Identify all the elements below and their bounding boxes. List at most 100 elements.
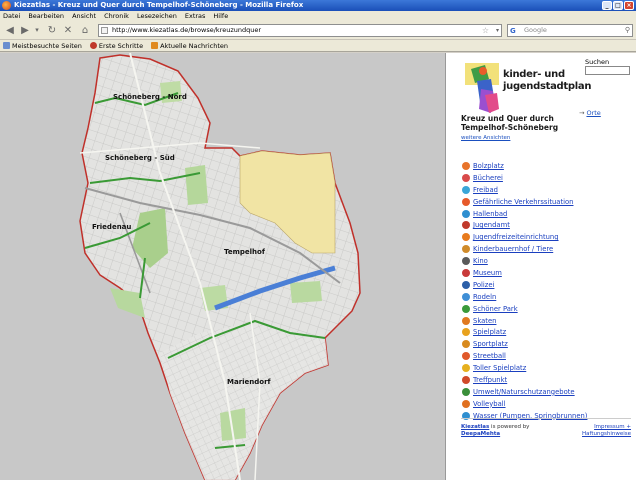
category-label[interactable]: Umwelt/Naturschutzangebote (473, 388, 575, 396)
category-label[interactable]: Bolzplatz (473, 162, 504, 170)
category-item[interactable]: Spielplatz (462, 326, 587, 338)
impressum-link[interactable]: Impressum + (594, 424, 631, 430)
district-label-tempelhof[interactable]: Tempelhof (224, 248, 265, 256)
category-item[interactable]: Skaten (462, 315, 587, 327)
category-label[interactable]: Hallenbad (473, 210, 507, 218)
district-label-schoeneberg-sued[interactable]: Schöneberg - Süd (105, 154, 175, 162)
category-item[interactable]: Umwelt/Naturschutzangebote (462, 386, 587, 398)
category-item[interactable]: Jugendamt (462, 219, 587, 231)
category-label[interactable]: Toller Spielplatz (473, 364, 526, 372)
back-button[interactable]: ◀ (3, 24, 17, 37)
category-item[interactable]: Kinderbauernhof / Tiere (462, 243, 587, 255)
bookmark-folder-icon (3, 42, 10, 49)
category-icon (462, 280, 470, 289)
category-label[interactable]: Jugendamt (473, 221, 510, 229)
orte-link-label: Orte (586, 109, 601, 117)
district-label-mariendorf[interactable]: Mariendorf (227, 378, 271, 386)
window-title: Kiezatlas - Kreuz und Quer durch Tempelh… (14, 1, 304, 9)
category-item[interactable]: Freibad (462, 184, 587, 196)
category-icon (462, 268, 470, 277)
category-label[interactable]: Freibad (473, 186, 498, 194)
category-icon (462, 245, 470, 254)
menu-lesezeichen[interactable]: Lesezeichen (137, 11, 177, 21)
category-item[interactable]: Sportplatz (462, 338, 587, 350)
category-label[interactable]: Sportplatz (473, 340, 508, 348)
category-label[interactable]: Treffpunkt (473, 376, 507, 384)
footer-powered-by: Kiezatlas is powered by DeepaMehta (461, 424, 530, 437)
category-icon (462, 328, 470, 337)
district-map[interactable]: Schöneberg - Nord Schöneberg - Süd Fried… (0, 53, 446, 480)
category-label[interactable]: Skaten (473, 317, 496, 325)
menu-chronik[interactable]: Chronik (104, 11, 129, 21)
category-icon (462, 352, 470, 361)
menu-extras[interactable]: Extras (185, 11, 206, 21)
url-dropdown-icon[interactable]: ▾ (496, 25, 499, 36)
bookmark-erste-schritte[interactable]: Erste Schritte (89, 40, 143, 51)
category-icon (462, 375, 470, 384)
firefox-icon (2, 1, 11, 10)
url-text: http://www.kiezatlas.de/browse/kreuzundq… (112, 26, 262, 34)
category-item[interactable]: Museum (462, 267, 587, 279)
category-label[interactable]: Kino (473, 257, 488, 265)
haftungshinweise-link[interactable]: Haftungshinweise (582, 431, 631, 437)
category-icon (462, 185, 470, 194)
district-label-friedenau[interactable]: Friedenau (92, 223, 131, 231)
category-item[interactable]: Bücherei (462, 172, 587, 184)
sidebar-search-input[interactable] (585, 66, 630, 75)
close-button[interactable]: × (624, 1, 634, 10)
home-button[interactable]: ⌂ (78, 24, 92, 37)
deepamehta-link[interactable]: DeepaMehta (461, 431, 500, 437)
category-item[interactable]: Polizei (462, 279, 587, 291)
more-views-link[interactable]: weitere Ansichten (461, 135, 510, 141)
menu-datei[interactable]: Datei (3, 11, 20, 21)
category-label[interactable]: Spielplatz (473, 328, 506, 336)
child-figure-icon (465, 63, 499, 113)
bookmark-aktuelle-nachrichten[interactable]: Aktuelle Nachrichten (151, 40, 228, 51)
category-label[interactable]: Gefährliche Verkehrssituation (473, 198, 573, 206)
category-label[interactable]: Volleyball (473, 400, 506, 408)
category-item[interactable]: Volleyball (462, 398, 587, 410)
category-label[interactable]: Schöner Park (473, 305, 518, 313)
category-item[interactable]: Schöner Park (462, 303, 587, 315)
category-item[interactable]: Jugendfreizeiteinrichtung (462, 231, 587, 243)
category-label[interactable]: Kinderbauernhof / Tiere (473, 245, 553, 253)
kiezatlas-link[interactable]: Kiezatlas (461, 424, 489, 430)
category-item[interactable]: Kino (462, 255, 587, 267)
stop-button[interactable]: ✕ (61, 24, 75, 37)
bookmark-star-icon[interactable]: ☆ (482, 25, 489, 36)
category-icon (462, 364, 470, 373)
category-label[interactable]: Rodeln (473, 293, 496, 301)
bookmark-meistbesuchte[interactable]: Meistbesuchte Seiten (3, 40, 82, 51)
category-icon (462, 340, 470, 349)
category-label[interactable]: Jugendfreizeiteinrichtung (473, 233, 559, 241)
category-label[interactable]: Bücherei (473, 174, 503, 182)
forward-button[interactable]: ▶ (18, 24, 32, 37)
map-graphic (79, 53, 361, 480)
minimize-button[interactable]: _ (602, 1, 612, 10)
search-icon[interactable]: ⚲ (625, 25, 630, 36)
category-item[interactable]: Bolzplatz (462, 160, 587, 172)
search-input[interactable]: G Google ⚲ (507, 24, 633, 37)
menu-bearbeiten[interactable]: Bearbeiten (28, 11, 64, 21)
menu-hilfe[interactable]: Hilfe (213, 11, 228, 21)
category-item[interactable]: Hallenbad (462, 208, 587, 220)
menu-ansicht[interactable]: Ansicht (72, 11, 96, 21)
maximize-button[interactable]: □ (613, 1, 623, 10)
category-icon (462, 304, 470, 313)
category-label[interactable]: Polizei (473, 281, 494, 289)
google-icon[interactable]: G (510, 26, 516, 37)
category-label[interactable]: Streetball (473, 352, 506, 360)
window-controls: _ □ × (602, 1, 634, 10)
category-item[interactable]: Rodeln (462, 291, 587, 303)
category-item[interactable]: Gefährliche Verkehrssituation (462, 196, 587, 208)
category-item[interactable]: Treffpunkt (462, 374, 587, 386)
category-item[interactable]: Streetball (462, 350, 587, 362)
category-label[interactable]: Museum (473, 269, 502, 277)
category-item[interactable]: Wasser (Pumpen, Springbrunnen) (462, 410, 587, 422)
history-dropdown-button[interactable]: ▾ (33, 24, 41, 37)
url-bar[interactable]: http://www.kiezatlas.de/browse/kreuzundq… (98, 24, 502, 37)
district-label-schoeneberg-nord[interactable]: Schöneberg - Nord (113, 93, 187, 101)
category-item[interactable]: Toller Spielplatz (462, 362, 587, 374)
window-titlebar: Kiezatlas - Kreuz und Quer durch Tempelh… (0, 0, 636, 11)
reload-button[interactable]: ↻ (45, 24, 59, 37)
